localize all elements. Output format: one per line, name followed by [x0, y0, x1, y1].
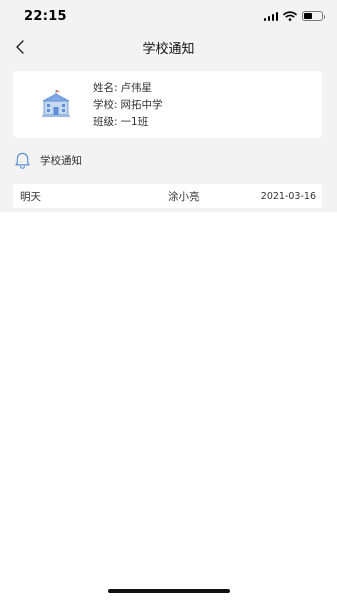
section-title: 学校通知 [40, 154, 82, 167]
bell-icon [15, 152, 30, 169]
school-building-icon [42, 90, 70, 117]
status-bar: 22:15 [0, 0, 337, 32]
student-class-line: 班级: 一1班 [93, 114, 163, 131]
content-area [0, 212, 337, 600]
student-school-line: 学校: 网拓中学 [93, 97, 163, 114]
notice-title: 明天 [20, 190, 41, 203]
student-school: 网拓中学 [120, 99, 163, 111]
wifi-icon [283, 11, 297, 21]
school-notice-screen: 22:15 学校通知 姓名: 卢伟星 学校: 网拓中学 班级: 一1班 学校通知… [0, 0, 337, 600]
school-label: 学校: [93, 99, 118, 111]
chevron-left-icon [16, 40, 24, 54]
battery-icon [302, 11, 325, 21]
student-info: 姓名: 卢伟星 学校: 网拓中学 班级: 一1班 [93, 80, 163, 131]
name-label: 姓名: [93, 82, 118, 94]
nav-bar: 学校通知 [0, 32, 337, 62]
student-class: 一1班 [120, 116, 149, 128]
back-button[interactable] [8, 34, 32, 60]
notice-sender: 涂小亮 [168, 190, 200, 203]
page-title: 学校通知 [142, 41, 195, 57]
notice-section-header: 学校通知 [13, 149, 82, 171]
notice-date: 2021-03-16 [260, 190, 316, 202]
student-info-card: 姓名: 卢伟星 学校: 网拓中学 班级: 一1班 [13, 71, 322, 138]
home-indicator[interactable] [108, 589, 230, 593]
student-name: 卢伟星 [120, 82, 153, 94]
cellular-signal-icon [263, 11, 278, 21]
class-label: 班级: [93, 116, 118, 128]
student-name-line: 姓名: 卢伟星 [93, 80, 163, 97]
notice-list-item[interactable]: 明天 涂小亮 2021-03-16 [13, 184, 322, 208]
status-time: 22:15 [24, 8, 67, 24]
status-icons [263, 11, 325, 21]
